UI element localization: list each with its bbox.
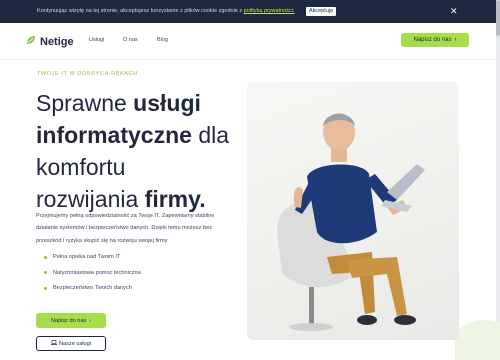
hero-eyebrow: TWOJE IT W DOBRYCH RĘKACH <box>37 71 138 77</box>
bullet-dot-icon <box>44 271 47 274</box>
headline-part: dla <box>191 122 230 148</box>
nav-item-uslugi[interactable]: Usługi <box>89 37 104 43</box>
arrow-icon: › <box>89 317 92 324</box>
list-item: Natychmiastowa pomoc techniczna <box>44 270 141 286</box>
person-with-laptop-illustration <box>277 113 425 331</box>
logo[interactable]: Netige <box>25 33 74 51</box>
bullet-dot-icon <box>44 286 47 290</box>
scrollbar-thumb[interactable] <box>496 0 500 36</box>
hero-image <box>247 82 459 340</box>
feature-text: Natychmiastowa pomoc techniczna <box>53 269 141 276</box>
brand-name: Netige <box>40 36 74 48</box>
our-services-button[interactable]: Nasze usługi <box>36 336 106 351</box>
leaf-icon <box>25 33 37 51</box>
headline-bold: firmy. <box>144 186 206 212</box>
feature-text: Bezpieczeństwo Twoich danych <box>53 285 132 291</box>
bullet-dot-icon <box>44 255 47 259</box>
contact-button[interactable]: Napisz do nas › <box>401 33 469 47</box>
cookie-accept-button[interactable]: Akceptuję <box>306 7 337 16</box>
cookie-message-text: Kontynuując wizytę na tej stronie, akcep… <box>37 8 244 14</box>
nav-item-o-nas[interactable]: O nas <box>123 37 138 43</box>
headline-bold: usługi <box>133 90 201 116</box>
site-header: Netige Usługi O nas Blog Napisz do nas › <box>0 23 496 60</box>
button-label: Nasze usługi <box>58 340 92 347</box>
close-icon[interactable]: ✕ <box>450 5 458 17</box>
feature-text: Pełna opieka nad Twoim IT <box>53 254 121 260</box>
headline-part: Sprawne <box>36 90 134 116</box>
feature-list: Pełna opieka nad Twoim IT Natychmiastowa… <box>44 254 141 301</box>
headline-part: rozwijania <box>36 186 145 212</box>
headline-part: komfortu <box>36 154 126 180</box>
arrow-icon: › <box>454 37 457 43</box>
decorative-shape <box>455 320 500 360</box>
privacy-policy-link[interactable]: polityką prywatności. <box>244 8 295 14</box>
cookie-message: Kontynuując wizytę na tej stronie, akcep… <box>37 8 294 14</box>
nav-item-blog[interactable]: Blog <box>157 37 168 43</box>
list-item: Pełna opieka nad Twoim IT <box>44 254 141 270</box>
write-to-us-button[interactable]: Napisz do nas › <box>36 313 106 328</box>
list-item: Bezpieczeństwo Twoich danych <box>44 285 141 301</box>
hero-description: Przejmujemy pełną odpowiedzialność za Tw… <box>36 213 215 244</box>
scrollbar-track[interactable] <box>496 0 500 348</box>
button-label: Napisz do nas <box>50 317 87 324</box>
contact-button-label: Napisz do nas <box>413 37 452 43</box>
hero-headline: Sprawne usługi informatyczne dla komfort… <box>36 87 246 215</box>
cookie-bar: Kontynuując wizytę na tej stronie, akcep… <box>0 0 500 23</box>
laptop-icon <box>50 340 57 347</box>
headline-bold: informatyczne <box>36 122 192 148</box>
